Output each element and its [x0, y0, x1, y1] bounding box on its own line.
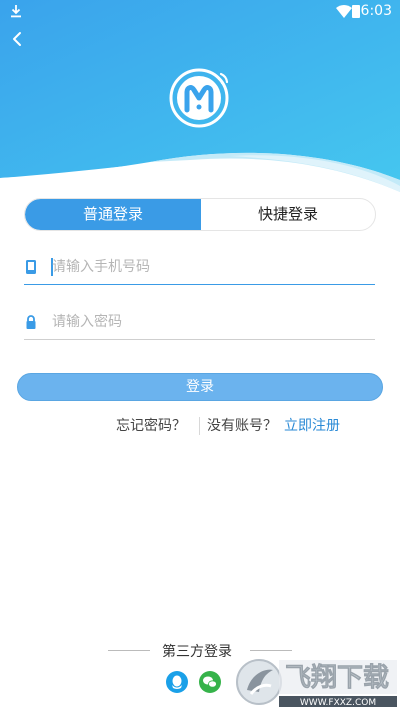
password-input[interactable]: [52, 308, 362, 336]
logo-icon: [169, 68, 229, 128]
fxxz-watermark-logo: 飞翔下载 WWW.FXXZ.COM: [236, 659, 397, 708]
watermark: 飞翔下载 WWW.FXXZ.COM: [235, 650, 400, 708]
battery-icon: [352, 5, 360, 18]
chevron-left-icon: [13, 32, 21, 46]
wechat-icon: [203, 676, 217, 688]
password-field: [24, 304, 375, 340]
forgot-password-link[interactable]: 忘记密码？: [116, 416, 186, 436]
no-account-text: 没有账号？: [207, 418, 277, 434]
phone-input[interactable]: [52, 253, 362, 281]
qq-icon: [172, 675, 182, 689]
wechat-login-button[interactable]: [199, 671, 221, 693]
download-icon: [11, 5, 21, 18]
status-bar: 6:03: [0, 0, 400, 24]
third-party-label: 第三方登录: [162, 644, 232, 660]
lock-icon: [26, 315, 36, 329]
back-button[interactable]: [8, 28, 28, 50]
divider-line-left: [108, 650, 150, 651]
watermark-url: WWW.FXXZ.COM: [300, 698, 376, 708]
link-divider: [199, 417, 200, 435]
app-logo: [167, 62, 235, 130]
tab-quick-login[interactable]: 快捷登录: [201, 199, 375, 230]
status-time: 6:03: [360, 3, 392, 19]
phone-field: [24, 249, 375, 285]
wifi-icon: [336, 5, 352, 18]
qq-login-button[interactable]: [166, 671, 188, 693]
register-link[interactable]: 立即注册: [284, 416, 340, 436]
phone-icon: [26, 260, 36, 274]
login-mode-tabs: 普通登录 快捷登录: [24, 198, 376, 231]
tab-normal-login[interactable]: 普通登录: [25, 199, 201, 230]
watermark-title: 飞翔下载: [285, 663, 389, 693]
login-button[interactable]: 登录: [17, 373, 383, 401]
